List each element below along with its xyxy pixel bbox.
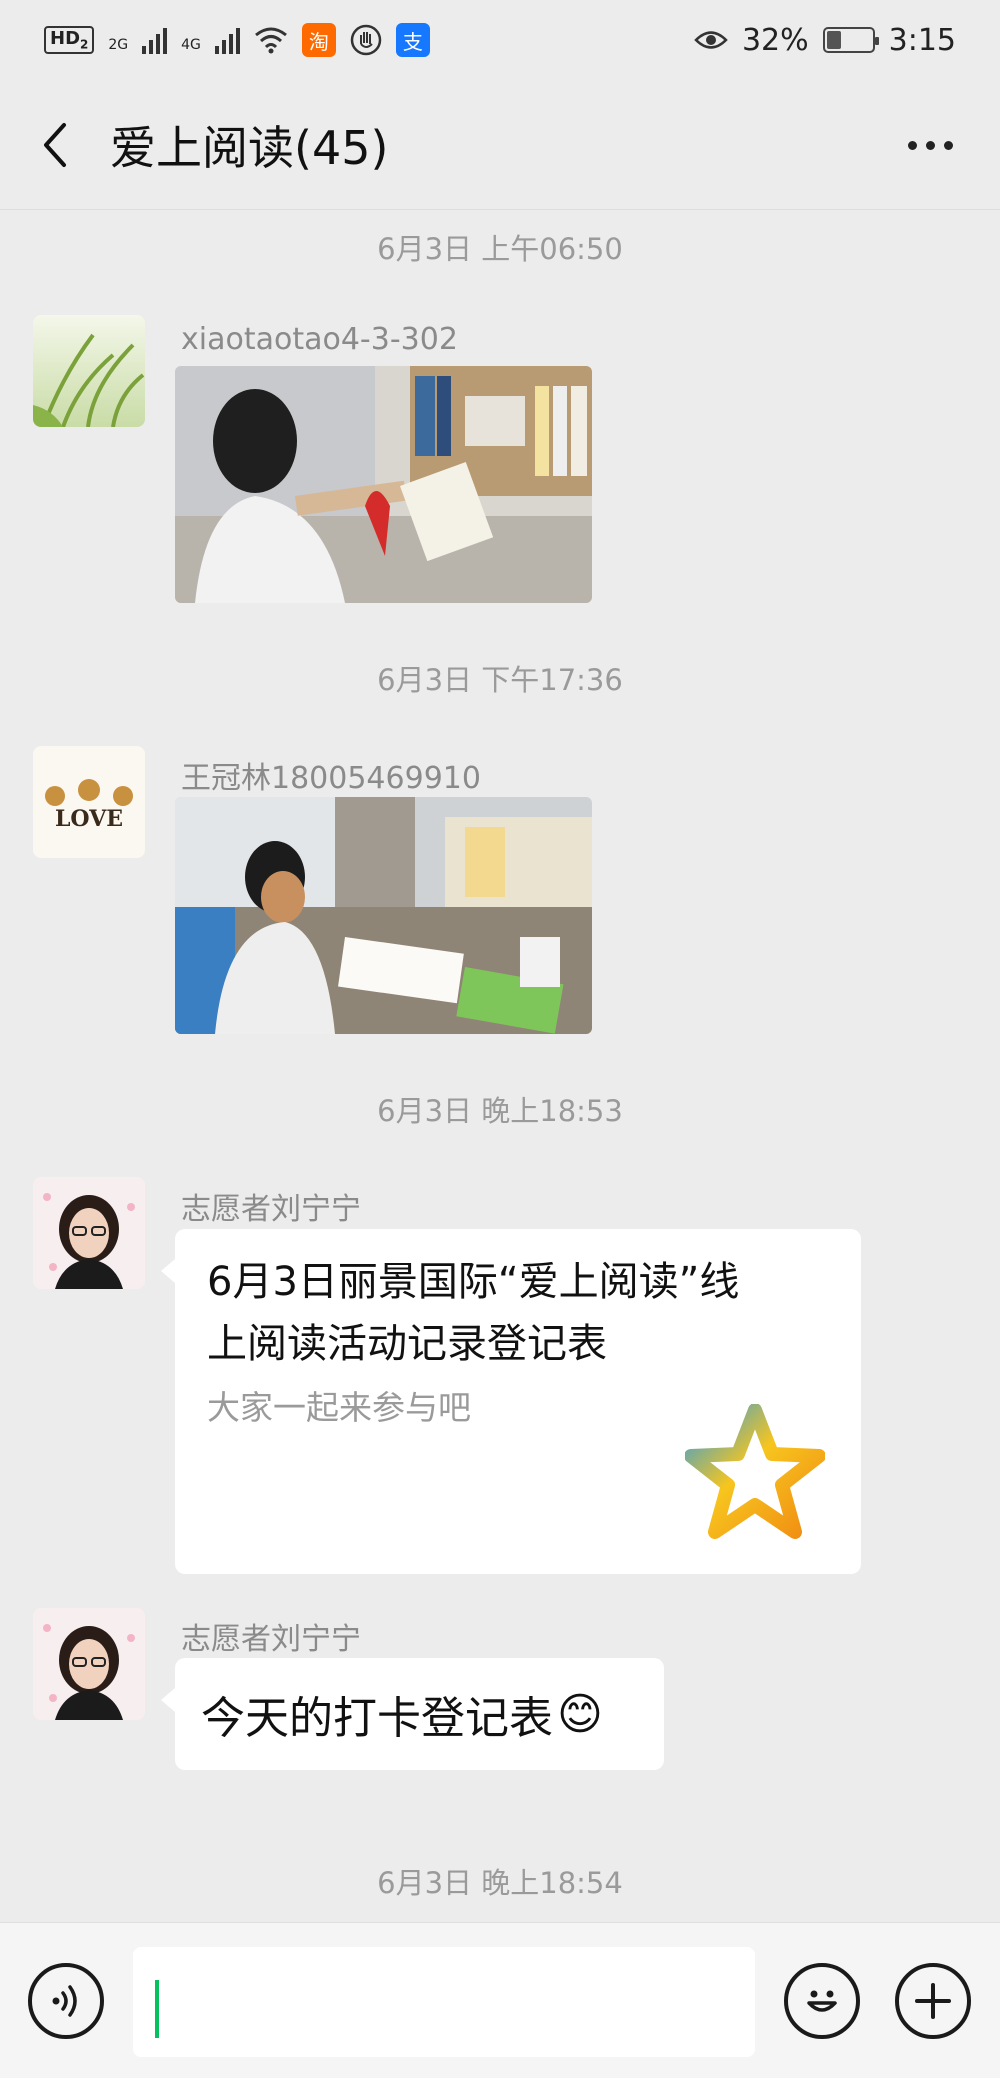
sender-name: xiaotaotao4-3-302 [181,322,458,357]
card-title-line2: 上阅读活动记录登记表 [207,1321,607,1367]
love-bears-avatar-image: LOVE [33,746,145,858]
chat-title: 爱上阅读(45) [110,120,389,175]
boy-reading-photo [175,797,592,1034]
alipay-icon: 支 [395,23,430,57]
battery-icon [822,27,879,53]
timestamp: 6月3日 下午17:36 [377,663,623,697]
taobao-icon: 淘 [301,23,336,57]
net-2g-label: 2G [108,37,129,53]
hd-label: HD [50,28,81,50]
girl-reading-photo [175,366,592,603]
avatar[interactable] [33,1608,145,1720]
voice-button[interactable] [28,1963,104,2039]
sender-name: 王冠林18005469910 [181,761,481,796]
message-text-row: 今天的打卡登记表 😊 [201,1682,603,1746]
timestamp: 6月3日 上午06:50 [377,232,623,266]
chat-header: 爱上阅读(45) [0,80,1000,210]
text-message[interactable]: 今天的打卡登记表 😊 [161,1658,664,1770]
input-bar [0,1922,1000,2078]
battery-fill [826,31,841,49]
avatar[interactable]: LOVE [33,746,145,858]
status-bar: HD2 2G 4G 淘 支 32% 3:15 [0,0,1000,80]
status-left: HD2 2G 4G 淘 支 [44,23,430,57]
woman-avatar-image [33,1177,145,1289]
wifi-icon [254,27,287,54]
star-icon [685,1404,825,1539]
woman-avatar-image [33,1608,145,1720]
hd-sub: 2 [80,37,89,52]
link-card-message[interactable]: 6月3日丽景国际“爱上阅读”线 上阅读活动记录登记表 大家一起来参与吧 [161,1229,861,1574]
avatar[interactable] [33,1177,145,1289]
back-button[interactable] [0,80,110,210]
photo-message[interactable] [175,366,592,603]
card-title-line1: 6月3日丽景国际“爱上阅读”线 [207,1259,740,1305]
more-icon [907,140,917,150]
grass-avatar-image [33,315,145,427]
plus-button[interactable] [895,1963,971,2039]
battery-percent: 32% [741,22,809,58]
message-input[interactable] [133,1947,755,2057]
smile-emoji-icon: 😊 [557,1688,603,1740]
timestamp: 6月3日 晚上18:53 [377,1094,623,1128]
sender-name: 志愿者刘宁宁 [181,1622,361,1657]
hd-badge: HD2 [44,26,95,54]
status-right: 32% 3:15 [694,23,956,58]
emoji-icon [807,1990,837,2012]
message-text: 今天的打卡登记表 [201,1693,553,1744]
avatar[interactable] [33,315,145,427]
signal-icon [142,26,168,54]
timestamp: 6月3日 晚上18:54 [377,1866,623,1900]
sender-name: 志愿者刘宁宁 [181,1192,361,1227]
net-4g-label: 4G [181,37,201,53]
hand-icon [350,24,382,56]
avatar-love-text: LOVE [55,806,123,832]
text-caret [155,1980,159,2038]
emoji-button[interactable] [784,1963,860,2039]
clock-time: 3:15 [888,22,956,58]
signal-icon-2 [214,26,240,54]
plus-icon [915,1983,951,2019]
more-button[interactable] [900,120,960,170]
voice-icon [52,1985,77,2017]
eye-icon [694,31,728,49]
back-arrow-icon [44,122,66,167]
photo-message[interactable] [175,797,592,1034]
